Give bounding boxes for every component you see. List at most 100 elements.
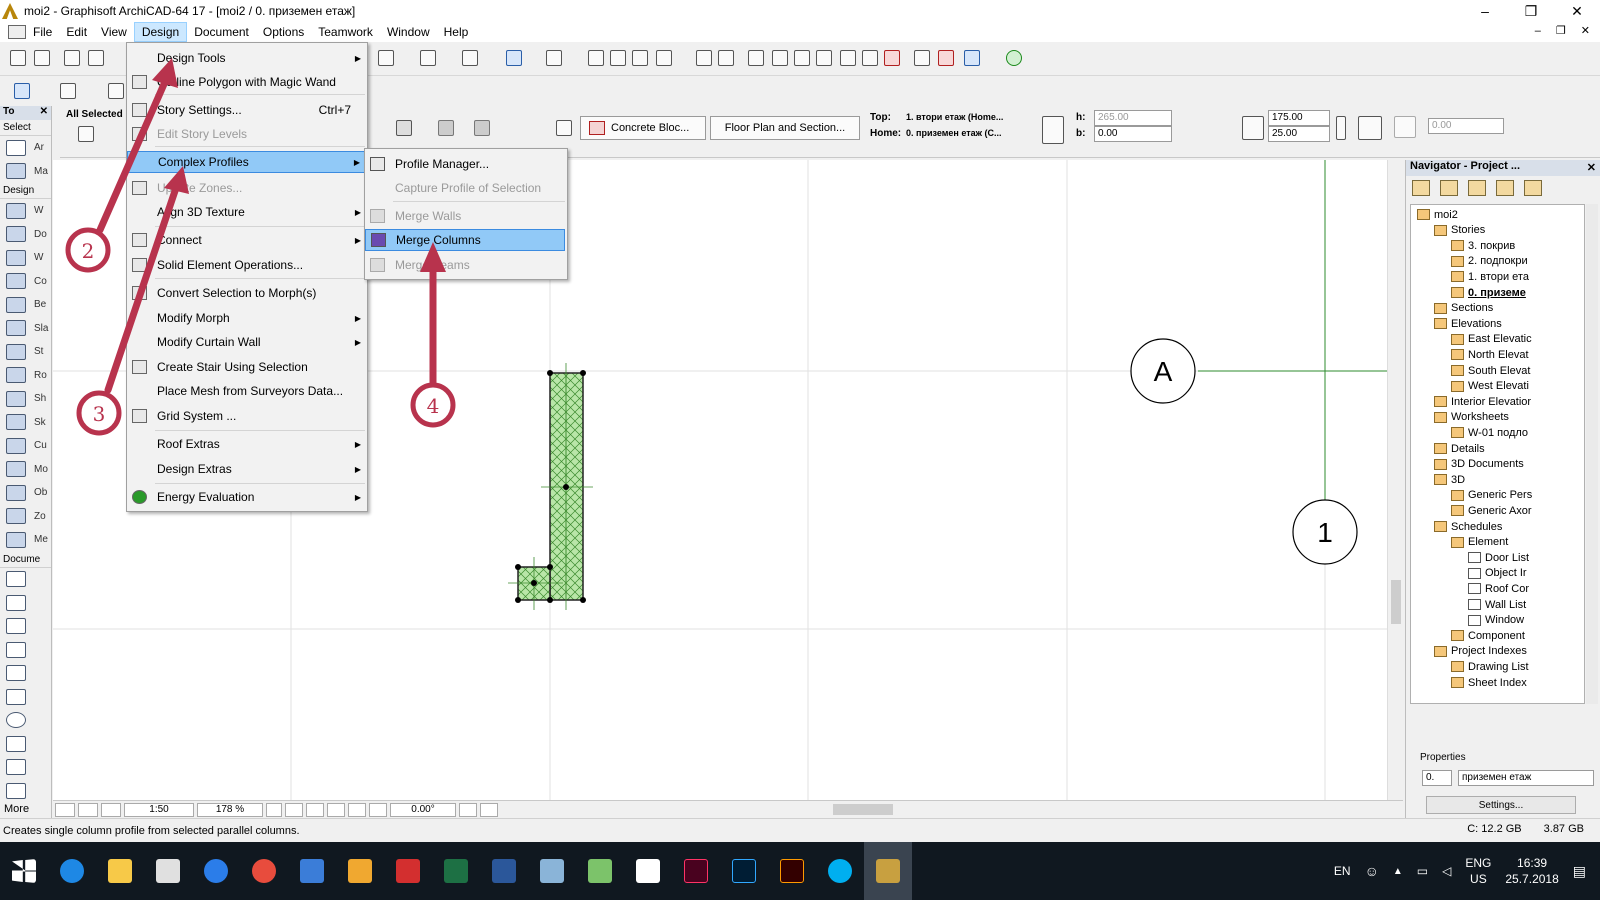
skype-icon[interactable]	[816, 842, 864, 900]
vertical-scrollbar[interactable]	[1387, 160, 1403, 800]
tree-node[interactable]: South Elevat	[1451, 363, 1530, 378]
fillet-icon[interactable]	[816, 50, 832, 66]
scroll-thumb[interactable]	[1391, 580, 1401, 624]
design-menu-item[interactable]: Connect ▶	[127, 229, 367, 251]
document-icon[interactable]	[8, 25, 26, 39]
tool-morph[interactable]: Mo	[0, 458, 51, 482]
view-map-icon[interactable]	[1440, 180, 1458, 196]
notifications-icon[interactable]: ▤	[1573, 863, 1586, 880]
start-button[interactable]	[0, 842, 48, 900]
offset-icon[interactable]	[840, 50, 856, 66]
tool-marquee[interactable]: Ma	[0, 160, 51, 184]
tree-node[interactable]: 3D Documents	[1434, 457, 1524, 472]
minimize-button[interactable]: –	[1462, 0, 1508, 22]
menu-help[interactable]: Help	[437, 23, 476, 41]
tree-node[interactable]: Element	[1451, 535, 1508, 550]
quick-layers-icon[interactable]	[14, 83, 30, 99]
navigate-icon[interactable]	[459, 802, 477, 817]
organizer-icon[interactable]	[1524, 180, 1542, 196]
tree-node[interactable]: Schedules	[1434, 519, 1502, 534]
design-menu-item[interactable]: Create Stair Using Selection	[127, 356, 367, 378]
property-name-field[interactable]: приземен етаж	[1458, 770, 1594, 786]
tool-mesh[interactable]: Me	[0, 528, 51, 552]
tool-fill[interactable]	[0, 662, 51, 686]
tree-node[interactable]: 3D	[1434, 472, 1465, 487]
orientation-icon[interactable]	[1394, 116, 1416, 138]
internet-explorer-icon[interactable]	[192, 842, 240, 900]
navigate-back-icon[interactable]	[480, 802, 498, 817]
tool-curtain-wall[interactable]: Cu	[0, 434, 51, 458]
floor-plan-icon[interactable]	[108, 83, 124, 99]
design-menu-item[interactable]: Complex Profiles ▶	[127, 151, 367, 173]
tree-node[interactable]: West Elevati	[1451, 379, 1529, 394]
angle-field[interactable]: 0.00	[1428, 118, 1504, 134]
menu-file[interactable]: File	[26, 23, 59, 41]
design-menu-item[interactable]: Outline Polygon with Magic Wand	[127, 71, 367, 93]
grid-snap-icon[interactable]	[462, 50, 478, 66]
clock[interactable]: 16:39 25.7.2018	[1505, 855, 1558, 887]
tool-section[interactable]	[0, 779, 51, 803]
tool-roof[interactable]: Ro	[0, 364, 51, 388]
curtain-wall-icon[interactable]	[862, 50, 878, 66]
new-icon[interactable]	[10, 50, 26, 66]
scale-field[interactable]: 1:50	[124, 802, 194, 817]
elevate-icon[interactable]	[656, 50, 672, 66]
tool-zone[interactable]: Zo	[0, 505, 51, 529]
design-menu-item[interactable]: Grid System ...	[127, 405, 367, 427]
menu-design[interactable]: Design	[133, 22, 188, 42]
suspend-groups-icon[interactable]	[938, 50, 954, 66]
design-menu-item[interactable]: Convert Selection to Morph(s)	[127, 282, 367, 304]
language-indicator[interactable]: ENG US	[1465, 855, 1491, 887]
menu-options[interactable]: Options	[256, 23, 311, 41]
chevron-up-icon[interactable]: ▲	[1393, 866, 1403, 877]
tool-dimension[interactable]	[0, 568, 51, 592]
zoom-in-icon[interactable]	[285, 802, 303, 817]
zoom-out-icon[interactable]	[306, 802, 324, 817]
profiles-menu-item[interactable]: Profile Manager...	[365, 153, 565, 175]
tool-skylight[interactable]: Sk	[0, 411, 51, 435]
zoom-field[interactable]: 178 %	[197, 802, 263, 817]
rotate-icon[interactable]	[610, 50, 626, 66]
tool-drawing[interactable]	[0, 756, 51, 780]
tree-node[interactable]: 3. покрив	[1451, 238, 1515, 253]
tool-line[interactable]	[0, 685, 51, 709]
tree-node[interactable]: Component	[1451, 628, 1525, 643]
profile-icon[interactable]	[556, 120, 572, 136]
menu-edit[interactable]: Edit	[59, 23, 94, 41]
width-field[interactable]: 175.00	[1268, 110, 1330, 126]
photoshop-icon[interactable]	[720, 842, 768, 900]
pin-icon[interactable]	[546, 50, 562, 66]
close-icon[interactable]: ✕	[40, 106, 48, 117]
trim-roof-icon[interactable]	[884, 50, 900, 66]
mail-icon[interactable]	[624, 842, 672, 900]
tool-wall[interactable]: W	[0, 199, 51, 223]
design-menu-item[interactable]: Place Mesh from Surveyors Data...	[127, 380, 367, 402]
indesign-icon[interactable]	[672, 842, 720, 900]
network-icon[interactable]: ▭	[1417, 864, 1428, 878]
tool-circle[interactable]	[0, 709, 51, 733]
tree-node[interactable]: Wall List	[1468, 597, 1526, 612]
settings-button[interactable]: Settings...	[1426, 796, 1576, 814]
navigator-scrollbar[interactable]	[1586, 204, 1598, 704]
snap-icon[interactable]	[420, 50, 436, 66]
tree-node[interactable]: Sections	[1434, 301, 1493, 316]
tree-node[interactable]: East Elevatic	[1451, 332, 1532, 347]
tool-stair[interactable]: St	[0, 340, 51, 364]
close-icon[interactable]: ✕	[1587, 161, 1596, 174]
design-menu-item[interactable]: Modify Morph ▶	[127, 307, 367, 329]
split-icon[interactable]	[748, 50, 764, 66]
home-value[interactable]: 0. приземен етаж (C...	[906, 128, 1002, 138]
design-menu-item[interactable]: Energy Evaluation ▶	[127, 486, 367, 508]
zoom-menu-icon[interactable]	[266, 802, 282, 817]
rotate-view-icon[interactable]	[369, 802, 387, 817]
tree-node[interactable]: North Elevat	[1451, 347, 1529, 362]
tool-door[interactable]: Do	[0, 223, 51, 247]
excel-icon[interactable]	[432, 842, 480, 900]
tree-node[interactable]: Roof Cor	[1468, 581, 1529, 596]
property-id-field[interactable]: 0.	[1422, 770, 1452, 786]
chrome-icon[interactable]	[240, 842, 288, 900]
tool-level-dimension[interactable]	[0, 591, 51, 615]
shape-slanted-icon[interactable]	[474, 120, 490, 136]
tree-node[interactable]: Interior Elevatior	[1434, 394, 1531, 409]
magic-wand-icon[interactable]	[378, 50, 394, 66]
